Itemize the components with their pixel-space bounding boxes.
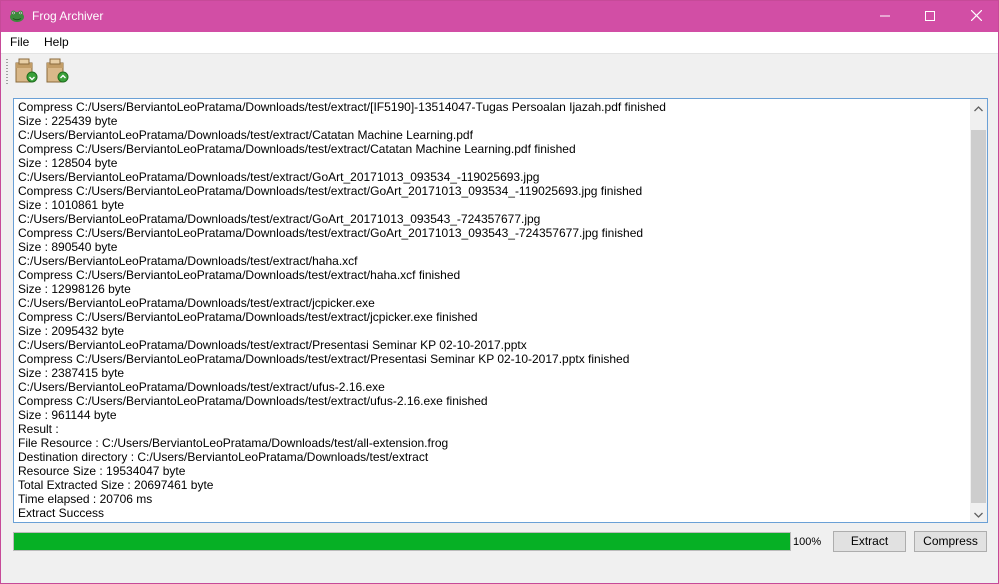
scroll-up-button[interactable]: [970, 99, 987, 116]
log-line: Size : 961144 byte: [18, 408, 117, 422]
compress-button[interactable]: Compress: [914, 531, 987, 552]
log-content: Compress C:/Users/BerviantoLeoPratama/Do…: [18, 100, 967, 520]
progress-percent: 100%: [793, 536, 822, 548]
log-line: Compress C:/Users/BerviantoLeoPratama/Do…: [18, 394, 488, 408]
log-line: Result :: [18, 422, 59, 436]
log-line: Size : 2387415 byte: [18, 366, 125, 380]
chevron-down-icon: [974, 507, 983, 521]
log-line: Time elapsed : 20706 ms: [18, 492, 153, 506]
compress-toolbar-button[interactable]: [44, 57, 70, 85]
log-line: C:/Users/BerviantoLeoPratama/Downloads/t…: [18, 338, 527, 352]
maximize-icon: [925, 10, 935, 24]
window-title: Frog Archiver: [32, 9, 104, 23]
maximize-button[interactable]: [907, 1, 953, 32]
log-line: Compress C:/Users/BerviantoLeoPratama/Do…: [18, 142, 576, 156]
chevron-up-icon: [974, 101, 983, 115]
log-line: Size : 2095432 byte: [18, 324, 125, 338]
toolbar-grip[interactable]: [6, 59, 8, 85]
log-line: Extract Success: [18, 506, 105, 520]
menu-file[interactable]: File: [10, 35, 29, 50]
log-line: Size : 1010861 byte: [18, 198, 125, 212]
compress-archive-icon: [44, 58, 70, 88]
frog-icon: [9, 9, 25, 23]
vertical-scrollbar[interactable]: [970, 99, 987, 522]
log-line: C:/Users/BerviantoLeoPratama/Downloads/t…: [18, 380, 385, 394]
scrollbar-thumb[interactable]: [971, 130, 986, 503]
menu-help[interactable]: Help: [44, 35, 69, 50]
log-line: Compress C:/Users/BerviantoLeoPratama/Do…: [18, 184, 643, 198]
log-line: C:/Users/BerviantoLeoPratama/Downloads/t…: [18, 170, 540, 184]
log-textarea[interactable]: Compress C:/Users/BerviantoLeoPratama/Do…: [13, 98, 988, 523]
log-line: C:/Users/BerviantoLeoPratama/Downloads/t…: [18, 296, 375, 310]
minimize-icon: [880, 10, 890, 24]
log-line: Compress C:/Users/BerviantoLeoPratama/Do…: [18, 352, 630, 366]
log-line: Size : 225439 byte: [18, 114, 118, 128]
log-line: Compress C:/Users/BerviantoLeoPratama/Do…: [18, 268, 461, 282]
minimize-button[interactable]: [862, 1, 908, 32]
scroll-down-button[interactable]: [970, 505, 987, 522]
app-window: Frog Archiver File Help Compress C:/User…: [0, 0, 999, 584]
log-line: Compress C:/Users/BerviantoLeoPratama/Do…: [18, 226, 644, 240]
close-button[interactable]: [953, 1, 999, 32]
log-line: C:/Users/BerviantoLeoPratama/Downloads/t…: [18, 128, 473, 142]
title-bar[interactable]: Frog Archiver: [1, 1, 998, 32]
log-line: Size : 12998126 byte: [18, 282, 131, 296]
log-line: C:/Users/BerviantoLeoPratama/Downloads/t…: [18, 212, 541, 226]
log-line: File Resource : C:/Users/BerviantoLeoPra…: [18, 436, 449, 450]
progress-bar: [13, 532, 791, 551]
log-line: C:/Users/BerviantoLeoPratama/Downloads/t…: [18, 254, 358, 268]
log-line: Size : 128504 byte: [18, 156, 118, 170]
menu-bar: File Help: [1, 32, 998, 53]
progress-fill: [14, 533, 790, 550]
extract-toolbar-button[interactable]: [13, 57, 39, 85]
toolbar: [1, 53, 998, 91]
log-line: Size : 890540 byte: [18, 240, 118, 254]
extract-archive-icon: [13, 58, 39, 88]
log-line: Compress C:/Users/BerviantoLeoPratama/Do…: [18, 310, 478, 324]
log-line: Destination directory : C:/Users/Bervian…: [18, 450, 429, 464]
close-icon: [970, 9, 982, 24]
extract-button[interactable]: Extract: [833, 531, 906, 552]
log-line: Total Extracted Size : 20697461 byte: [18, 478, 214, 492]
log-line: Resource Size : 19534047 byte: [18, 464, 186, 478]
log-line: Compress C:/Users/BerviantoLeoPratama/Do…: [18, 100, 666, 114]
